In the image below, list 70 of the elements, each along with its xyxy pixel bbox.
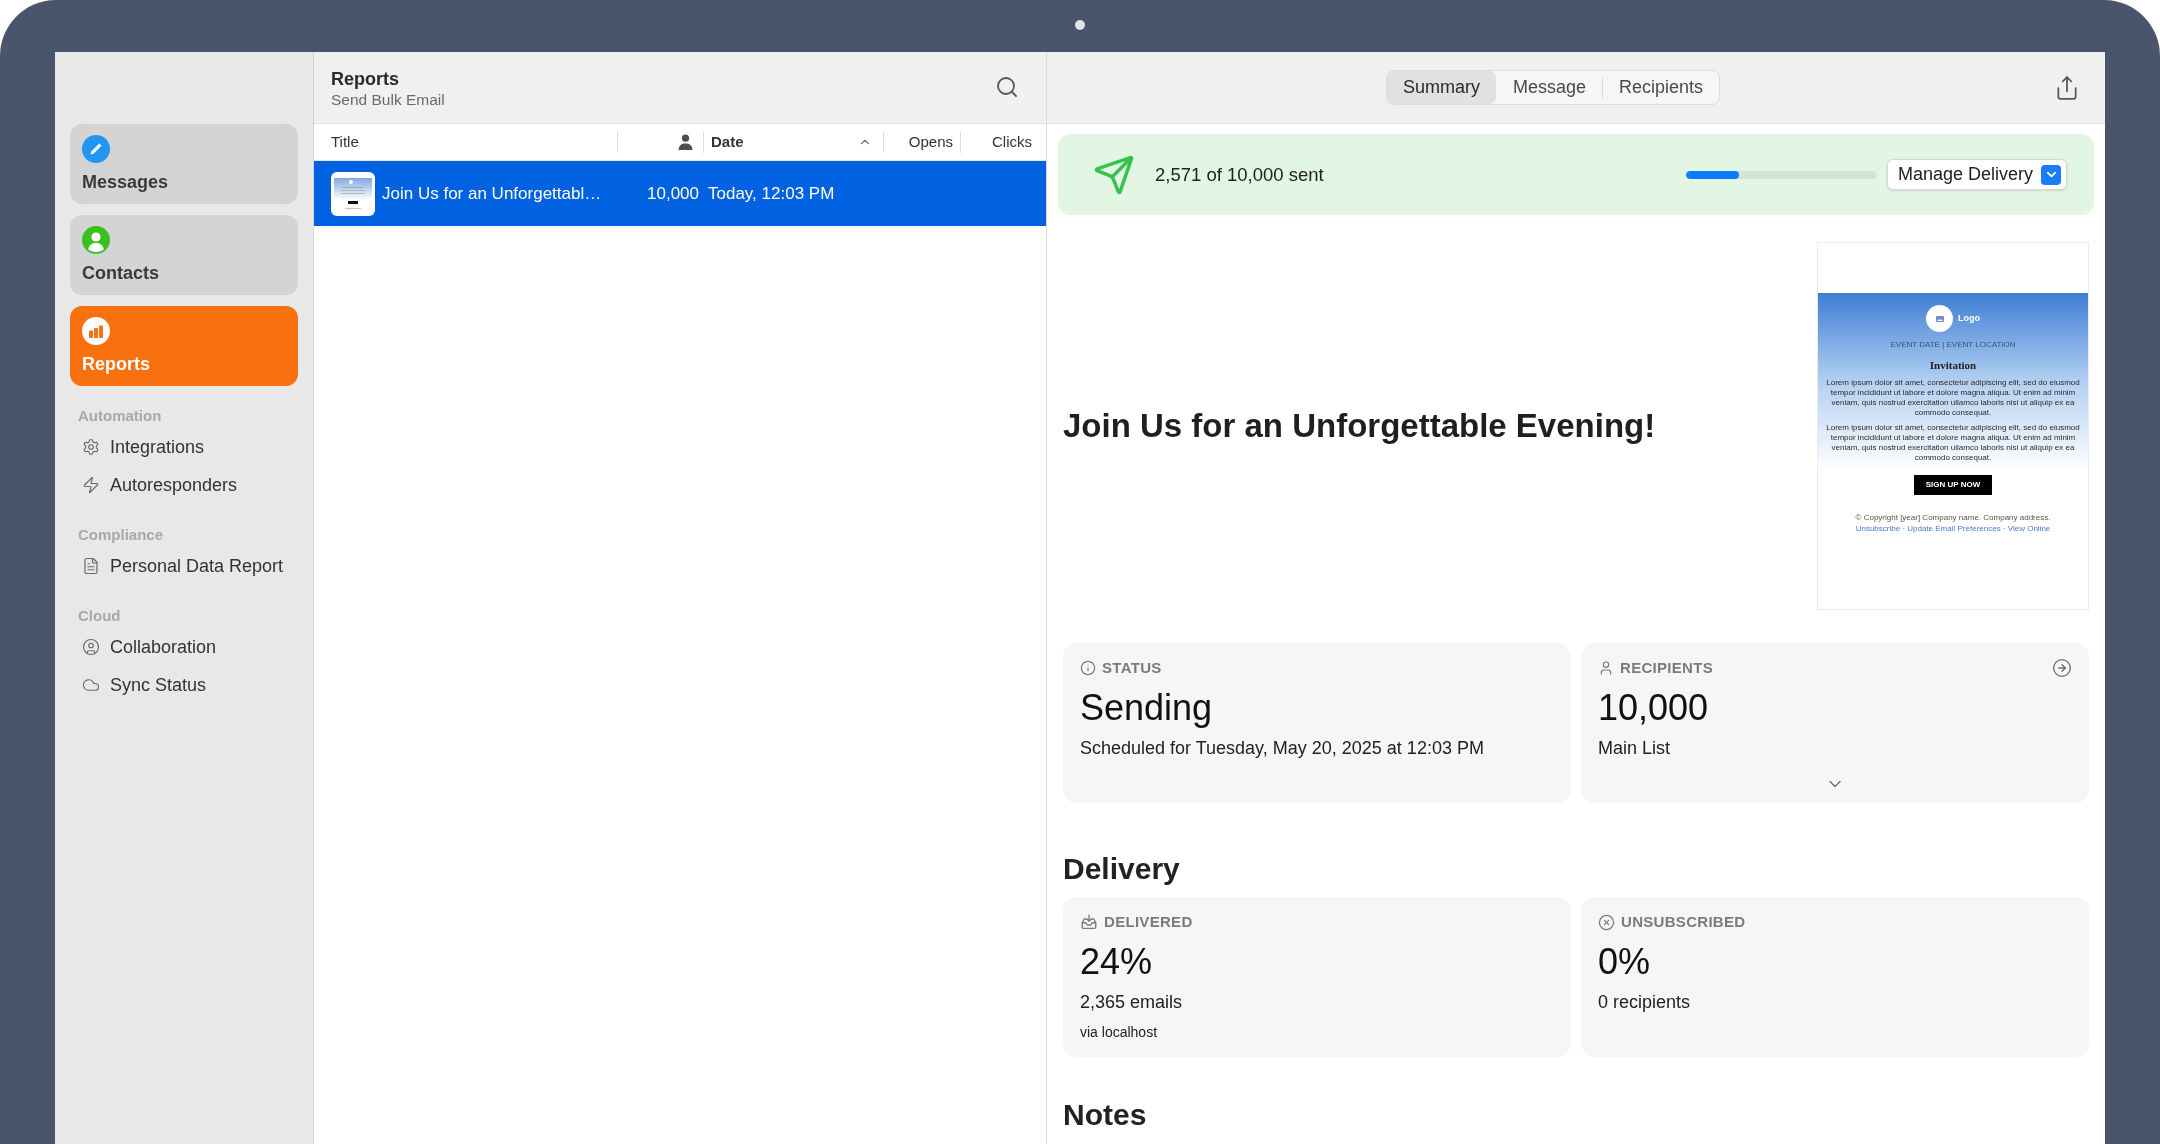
pane-title: Reports: [331, 68, 400, 90]
search-icon[interactable]: [995, 75, 1019, 99]
camera-icon: [1075, 20, 1085, 30]
bar-chart-icon: [82, 317, 110, 345]
document-icon: [82, 557, 100, 575]
card-detail: Main List: [1598, 737, 1671, 760]
tab[interactable]: Summary: [1387, 71, 1496, 104]
card-value: 0%: [1598, 941, 1651, 983]
card-value: 10,000: [1598, 687, 1709, 729]
arrow-circle-icon[interactable]: [2052, 658, 2072, 678]
card-label: UNSUBSCRIBED: [1621, 912, 1746, 932]
lightning-icon: [82, 476, 100, 494]
section-label: Cloud: [77, 606, 122, 626]
invitation-heading: Invitation: [1929, 359, 1977, 372]
body-paragraph: Lorem ipsum dolor sit amet, consectetur adipiscing elit, sed do eiusmod tempor incididunt ut labore et dolore magna aliqua. Ut enim ad minim veniam, quis nostrud exercitation ullamco laboris nisi ut aliquip ex ea commodo consequat.: [1826, 378, 2080, 418]
email-thumbnail-drawing: [331, 171, 375, 216]
info-icon: [1080, 660, 1096, 676]
share-icon[interactable]: [2054, 74, 2080, 101]
tab[interactable]: Message: [1497, 71, 1603, 104]
card-label: RECIPIENTS: [1620, 658, 1713, 678]
close-circle-icon: [1598, 913, 1615, 931]
message-title: Join Us for an Unforgettable Evening!: [1063, 406, 1656, 446]
sidebar-card[interactable]: Messages: [70, 124, 298, 204]
tab[interactable]: Recipients: [1603, 71, 1720, 104]
manage-delivery-button[interactable]: Manage Delivery: [1886, 159, 2067, 190]
table-cell-text: 10,000: [647, 182, 699, 205]
tray-download-icon: [1080, 913, 1098, 931]
sidebar-item[interactable]: Integrations: [70, 428, 298, 466]
sign-up-button[interactable]: SIGN UP NOW: [1913, 475, 1993, 495]
progress-text: 2,571 of 10,000 sent: [1155, 162, 1324, 187]
table-cell: Today, 12:03 PM: [708, 183, 835, 203]
card-value: Sending: [1080, 687, 1213, 729]
gear-icon: [82, 438, 100, 456]
card-value: 24%: [1080, 941, 1153, 983]
logo-icon: [1926, 305, 1953, 332]
card-label: STATUS: [1102, 658, 1162, 678]
column-header[interactable]: Date: [711, 130, 872, 154]
person-circle-icon: [82, 638, 100, 656]
pane-subtitle: Send Bulk Email: [331, 90, 445, 109]
card-detail: 2,365 emails: [1080, 991, 1183, 1014]
column-header[interactable]: [678, 134, 693, 150]
person-icon: [678, 134, 693, 150]
section-heading: Delivery: [1063, 851, 1181, 887]
column-header[interactable]: Clicks: [992, 130, 1032, 154]
sidebar-item[interactable]: Personal Data Report: [70, 547, 298, 585]
email-preview[interactable]: [1817, 242, 2089, 610]
sidebar-item[interactable]: Collaboration: [70, 628, 298, 666]
sidebar-item[interactable]: Sync Status: [70, 666, 298, 704]
column-header[interactable]: Title: [331, 130, 359, 154]
card-detail: 0 recipients: [1598, 991, 1691, 1014]
body-paragraph: Lorem ipsum dolor sit amet, consectetur adipiscing elit, sed do eiusmod tempor incididunt ut labore et dolore magna aliqua. Ut enim ad minim veniam, quis nostrud exercitation ullamco laboris nisi ut aliquip ex ea commodo consequat.: [1826, 423, 2080, 463]
footer-links[interactable]: Unsubscribe · Update Email Preferences · View Online: [1855, 524, 2051, 534]
section-label: Automation: [77, 406, 163, 426]
chevron-down-icon: [2041, 164, 2061, 185]
sidebar-card[interactable]: Contacts: [70, 215, 298, 295]
logo-text: Logo: [1958, 313, 1980, 324]
footer-text: © Copyright [year] Company name. Company address.: [1855, 513, 2051, 523]
card-detail: Scheduled for Tuesday, May 20, 2025 at 12:03 PM: [1080, 737, 1484, 760]
card-label: DELIVERED: [1104, 912, 1193, 932]
person-icon: [1598, 660, 1614, 676]
section-label: Compliance: [77, 525, 165, 545]
cloud-icon: [82, 676, 100, 694]
event-line: EVENT DATE | EVENT LOCATION: [1890, 340, 2016, 350]
sidebar-item[interactable]: Autoresponders: [70, 466, 298, 504]
table-cell-text: Join Us for an Unforgettabl…: [382, 182, 602, 205]
column-header[interactable]: Opens: [908, 130, 953, 154]
card-note: via localhost: [1080, 1023, 1158, 1041]
table-row[interactable]: Join Us for an Unforgettabl… 10,000 Today, 12:03 PM: [314, 161, 1046, 226]
paper-plane-icon: [1093, 153, 1135, 196]
section-heading: Notes: [1063, 1097, 1148, 1133]
